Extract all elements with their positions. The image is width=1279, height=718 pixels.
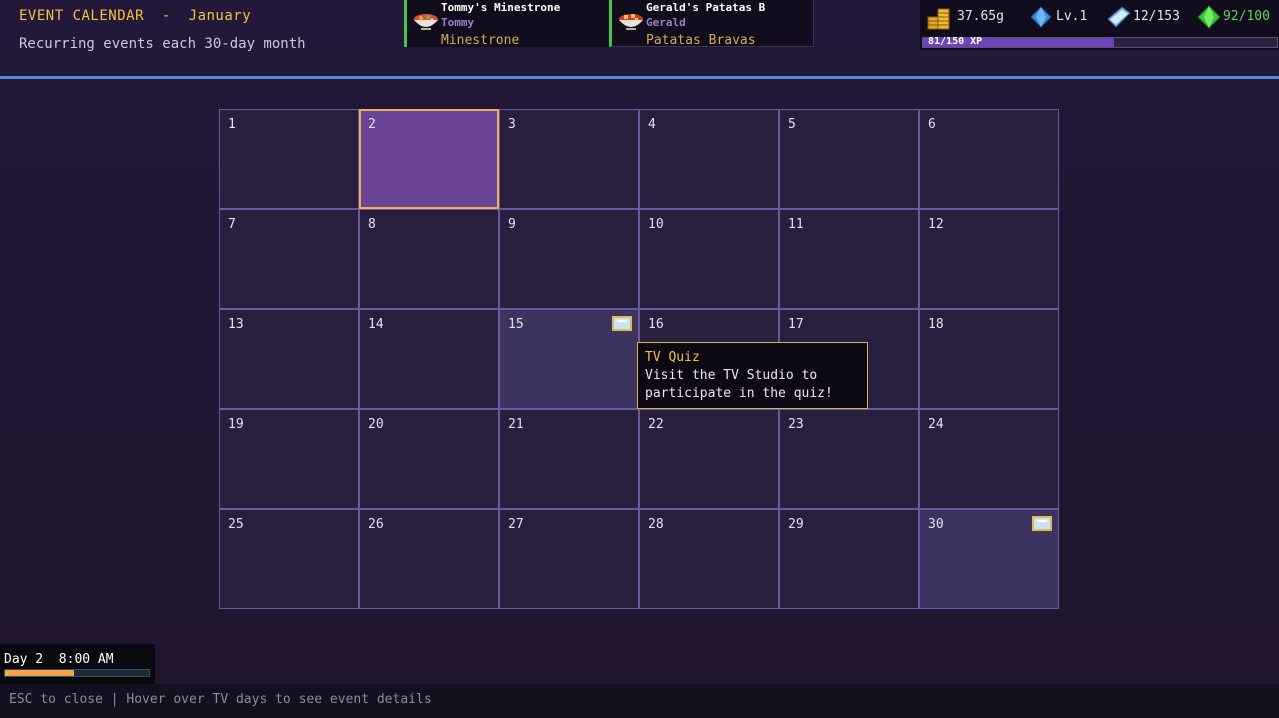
day-progress-fill: [5, 670, 75, 676]
player-level: Lv.1: [1056, 9, 1088, 24]
calendar-day-cell[interactable]: 27: [499, 509, 639, 609]
day-number: 3: [508, 117, 516, 132]
gold-coins-icon: [927, 8, 950, 30]
order-customer: Gerald: [646, 16, 686, 29]
day-number: 15: [508, 317, 524, 332]
order-card-tommy[interactable]: Tommy's Minestrone Tommy Minestrone: [404, 0, 610, 48]
day-number: 20: [368, 417, 384, 432]
calendar-day-cell[interactable]: 21: [499, 409, 639, 509]
footer-hint: ESC to close | Hover over TV days to see…: [9, 692, 432, 707]
calendar-day-cell[interactable]: 25: [219, 509, 359, 609]
day-number: 13: [228, 317, 244, 332]
page-subtitle: Recurring events each 30-day month: [19, 36, 306, 52]
calendar-day-cell[interactable]: 8: [359, 209, 499, 309]
day-number: 2: [368, 117, 376, 132]
day-number: 25: [228, 517, 244, 532]
page-title: EVENT CALENDAR - January: [19, 8, 252, 24]
order-dish: Patatas Bravas: [646, 33, 756, 48]
calendar-day-cell[interactable]: 1: [219, 109, 359, 209]
calendar-day-cell[interactable]: 3: [499, 109, 639, 209]
day-number: 22: [648, 417, 664, 432]
calendar-day-cell[interactable]: 18: [919, 309, 1059, 409]
day-number: 19: [228, 417, 244, 432]
day-number: 5: [788, 117, 796, 132]
soup-bowl-icon: [414, 14, 438, 30]
calendar-day-cell[interactable]: 20: [359, 409, 499, 509]
clock-panel: Day 2 8:00 AM: [0, 644, 155, 684]
calendar-day-cell[interactable]: 19: [219, 409, 359, 509]
calendar-day-cell[interactable]: 5: [779, 109, 919, 209]
day-progress-bar: [4, 669, 150, 677]
clock-time: Day 2 8:00 AM: [4, 652, 114, 667]
day-number: 8: [368, 217, 376, 232]
day-number: 12: [928, 217, 944, 232]
day-number: 17: [788, 317, 804, 332]
calendar-day-cell[interactable]: 10: [639, 209, 779, 309]
day-number: 10: [648, 217, 664, 232]
calendar-day-cell[interactable]: 24: [919, 409, 1059, 509]
day-number: 7: [228, 217, 236, 232]
day-number: 14: [368, 317, 384, 332]
calendar-day-cell[interactable]: 23: [779, 409, 919, 509]
day-number: 24: [928, 417, 944, 432]
calendar-day-cell[interactable]: 12: [919, 209, 1059, 309]
xp-label: 81/150 XP: [928, 36, 983, 47]
calendar-day-cell[interactable]: 11: [779, 209, 919, 309]
calendar-day-cell[interactable]: 29: [779, 509, 919, 609]
calendar-day-cell[interactable]: 26: [359, 509, 499, 609]
day-number: 21: [508, 417, 524, 432]
day-number: 30: [928, 517, 944, 532]
order-title: Gerald's Patatas B: [646, 1, 766, 14]
day-number: 1: [228, 117, 236, 132]
energy-amount: 92/100: [1223, 9, 1270, 24]
day-number: 4: [648, 117, 656, 132]
patatas-bowl-icon: [619, 14, 643, 30]
footer-bar: ESC to close | Hover over TV days to see…: [0, 684, 1279, 718]
event-tooltip: TV Quiz Visit the TV Studio to participa…: [637, 342, 868, 409]
day-number: 11: [788, 217, 804, 232]
order-card-gerald[interactable]: Gerald's Patatas B Gerald Patatas Bravas: [609, 0, 814, 48]
day-number: 6: [928, 117, 936, 132]
order-title: Tommy's Minestrone: [441, 1, 561, 14]
day-number: 23: [788, 417, 804, 432]
energy-gem-icon: [1197, 5, 1221, 29]
tooltip-line-2: participate in the quiz!: [645, 386, 833, 401]
calendar-day-cell[interactable]: 22: [639, 409, 779, 509]
calendar-day-cell[interactable]: 4: [639, 109, 779, 209]
day-number: 28: [648, 517, 664, 532]
day-number: 26: [368, 517, 384, 532]
day-number: 29: [788, 517, 804, 532]
calendar-day-cell[interactable]: 15: [499, 309, 639, 409]
calendar-day-cell[interactable]: 28: [639, 509, 779, 609]
calendar-day-cell[interactable]: 7: [219, 209, 359, 309]
recipe-book-icon: [1107, 6, 1131, 28]
calendar-day-cell[interactable]: 13: [219, 309, 359, 409]
calendar-day-cell[interactable]: 14: [359, 309, 499, 409]
xp-bar: 81/150 XP: [922, 36, 1278, 48]
tooltip-line-1: Visit the TV Studio to: [645, 368, 818, 383]
day-number: 16: [648, 317, 664, 332]
calendar-day-cell[interactable]: 9: [499, 209, 639, 309]
calendar-day-cell[interactable]: 30: [919, 509, 1059, 609]
tooltip-title: TV Quiz: [645, 350, 700, 365]
tv-event-icon: [1032, 516, 1052, 531]
calendar-day-cell[interactable]: 6: [919, 109, 1059, 209]
header-divider: [0, 76, 1279, 79]
day-number: 9: [508, 217, 516, 232]
order-customer: Tommy: [441, 16, 475, 29]
day-number: 18: [928, 317, 944, 332]
order-dish: Minestrone: [441, 33, 520, 48]
day-number: 27: [508, 517, 524, 532]
recipes-count: 12/153: [1133, 9, 1180, 24]
tv-event-icon: [612, 316, 632, 331]
gold-amount: 37.65g: [957, 9, 1004, 24]
level-diamond-icon: [1030, 6, 1052, 28]
calendar-day-cell[interactable]: 2: [359, 109, 499, 209]
